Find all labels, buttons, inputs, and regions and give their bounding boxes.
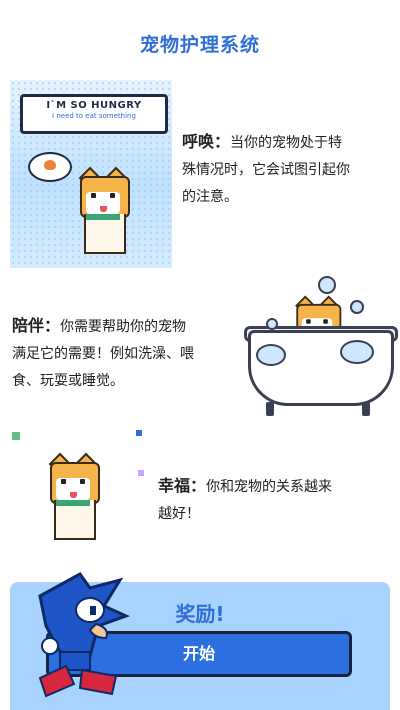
feature-happiness-heading: 幸福 xyxy=(158,476,191,495)
speech-bubble: I`M SO HUNGRY I need to eat something xyxy=(20,94,168,134)
foam-bubble xyxy=(340,340,374,364)
sparkle-icon xyxy=(136,430,142,436)
feature-call-heading: 呼唤 xyxy=(182,132,215,151)
hungry-dog-illustration: I`M SO HUNGRY I need to eat something xyxy=(10,80,172,268)
feature-company-description: 陪伴：你需要帮助你的宠物 满足它的需要！例如洗澡、喂 食、玩耍或睡觉。 xyxy=(12,312,194,395)
foam-bubble xyxy=(318,276,336,294)
foam-bubble xyxy=(256,344,286,366)
shiba-dog-icon xyxy=(74,166,132,254)
feature-happiness-description: 幸福：你和宠物的关系越来 越好！ xyxy=(158,472,332,528)
feature-company-heading: 陪伴 xyxy=(12,316,45,335)
feature-call-separator: ： xyxy=(214,132,231,151)
foam-bubble xyxy=(266,318,278,330)
happy-dog-icon xyxy=(44,452,102,540)
feature-happiness-line1: 你和宠物的关系越来 xyxy=(206,479,333,495)
feature-call-line2: 殊情况时，它会试图引起你 xyxy=(182,162,350,178)
feature-call-line3: 的注意。 xyxy=(182,189,238,205)
bubble-title: I`M SO HUNGRY xyxy=(46,100,142,111)
food-thought-icon xyxy=(28,152,72,182)
feature-company-line1: 你需要帮助你的宠物 xyxy=(60,319,187,335)
bathtub-icon xyxy=(248,330,394,406)
tub-leg xyxy=(362,402,370,416)
feature-call-description: 呼唤：当你的宠物处于特 殊情况时，它会试图引起你 的注意。 xyxy=(182,128,350,211)
foam-bubble xyxy=(350,300,364,314)
feature-company-line3: 食、玩耍或睡觉。 xyxy=(12,373,124,389)
feature-happiness-separator: ： xyxy=(190,476,207,495)
sparkle-icon xyxy=(138,470,144,476)
tub-leg xyxy=(266,402,274,416)
page-title: 宠物护理系统 xyxy=(139,34,260,56)
feature-happiness-line2: 越好！ xyxy=(158,506,200,522)
feature-company-separator: ： xyxy=(44,316,61,335)
running-hedgehog-icon xyxy=(38,572,130,698)
feature-company-line2: 满足它的需要！例如洗澡、喂 xyxy=(12,346,194,362)
feature-call-line1: 当你的宠物处于特 xyxy=(230,135,343,151)
bubble-subtitle: I need to eat something xyxy=(52,112,136,120)
sparkle-icon xyxy=(12,432,20,440)
